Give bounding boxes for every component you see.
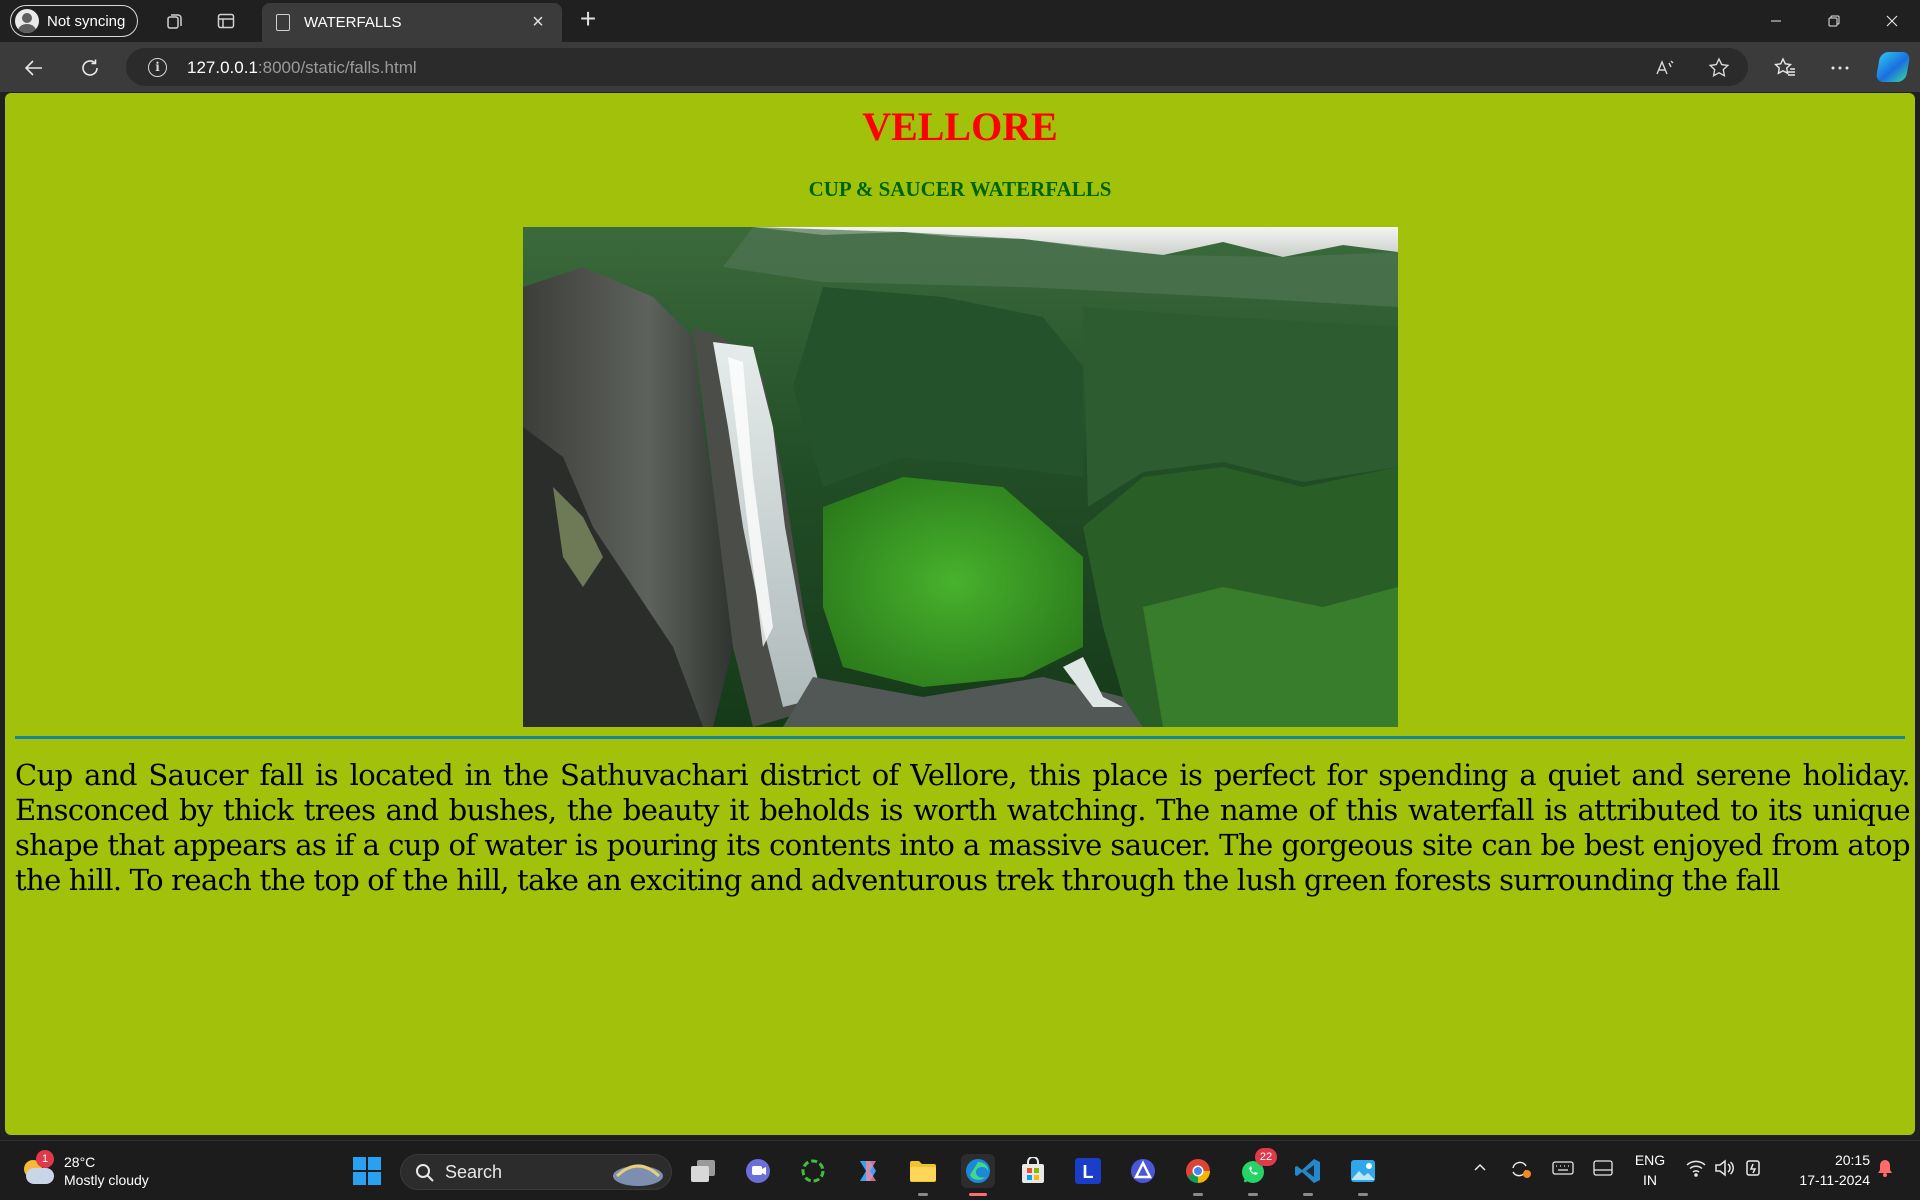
weather-temperature: 28°C bbox=[64, 1154, 96, 1170]
keyboard-icon[interactable] bbox=[1552, 1159, 1574, 1181]
new-tab-button[interactable]: + bbox=[574, 5, 602, 34]
address-bar[interactable]: i 127.0.0.1:8000/static/falls.html bbox=[126, 48, 1748, 86]
clock[interactable]: 20:15 17-11-2024 bbox=[1780, 1150, 1870, 1190]
copilot-icon[interactable] bbox=[1875, 52, 1911, 82]
svg-text:L: L bbox=[1083, 1162, 1094, 1182]
favorite-star-icon[interactable] bbox=[1708, 57, 1730, 79]
vpn-app-icon[interactable] bbox=[1126, 1154, 1160, 1188]
favorites-icon[interactable] bbox=[1771, 54, 1799, 82]
whatsapp-icon[interactable]: 22 bbox=[1236, 1148, 1277, 1196]
language-indicator[interactable]: ENG IN bbox=[1630, 1150, 1670, 1190]
close-tab-icon[interactable]: × bbox=[528, 11, 548, 34]
volume-icon[interactable] bbox=[1714, 1159, 1734, 1181]
horizontal-rule bbox=[15, 736, 1905, 739]
copilot-app-icon[interactable] bbox=[851, 1154, 885, 1188]
search-label: Search bbox=[445, 1162, 503, 1182]
display-icon[interactable] bbox=[1592, 1159, 1614, 1181]
tab-waterfalls[interactable]: WATERFALLS × bbox=[262, 3, 562, 42]
profile-label: Not syncing bbox=[47, 12, 126, 30]
read-aloud-icon[interactable] bbox=[1654, 57, 1676, 79]
avatar-icon bbox=[15, 9, 39, 33]
site-info-icon[interactable]: i bbox=[148, 58, 167, 77]
page-icon bbox=[276, 14, 290, 31]
workspaces-icon[interactable] bbox=[162, 9, 186, 33]
refresh-button[interactable] bbox=[76, 54, 104, 82]
tab-title: WATERFALLS bbox=[304, 14, 402, 31]
wifi-icon[interactable] bbox=[1686, 1159, 1706, 1181]
minimize-button[interactable] bbox=[1756, 8, 1796, 34]
l-app-icon[interactable]: L bbox=[1071, 1154, 1105, 1188]
more-options-icon[interactable] bbox=[1826, 54, 1854, 82]
whatsapp-badge: 22 bbox=[1255, 1148, 1277, 1166]
teams-chat-icon[interactable] bbox=[741, 1154, 775, 1188]
microsoft-store-icon[interactable] bbox=[1016, 1154, 1050, 1188]
sync-tray-icon[interactable] bbox=[1510, 1159, 1532, 1183]
description-paragraph: Cup and Saucer fall is located in the Sa… bbox=[15, 758, 1911, 897]
photos-icon[interactable] bbox=[1346, 1154, 1380, 1196]
edge-browser-icon[interactable] bbox=[961, 1154, 995, 1196]
url-text: 127.0.0.1:8000/static/falls.html bbox=[187, 58, 417, 77]
file-explorer-icon[interactable] bbox=[906, 1154, 940, 1196]
profile-button[interactable]: Not syncing bbox=[10, 5, 139, 37]
task-view-icon[interactable] bbox=[686, 1154, 720, 1188]
chrome-icon[interactable] bbox=[1181, 1154, 1215, 1196]
taskbar: 1 28°C Mostly cloudy Search L 22 ENG IN … bbox=[0, 1140, 1920, 1200]
weather-widget[interactable]: 1 28°C Mostly cloudy bbox=[20, 1150, 149, 1191]
vscode-icon[interactable] bbox=[1291, 1154, 1325, 1196]
back-button[interactable] bbox=[20, 54, 48, 82]
weather-condition: Mostly cloudy bbox=[64, 1172, 149, 1188]
start-button[interactable] bbox=[350, 1154, 384, 1188]
vertical-tabs-icon[interactable] bbox=[214, 9, 238, 33]
date-text: 17-11-2024 bbox=[1799, 1172, 1870, 1188]
title-bar: Not syncing WATERFALLS × + bbox=[0, 0, 1920, 42]
navigation-bar: i 127.0.0.1:8000/static/falls.html bbox=[0, 42, 1920, 92]
page-heading: VELLORE bbox=[862, 104, 1058, 149]
show-hidden-icons[interactable] bbox=[1472, 1159, 1488, 1179]
page-viewport: VELLORE CUP & SAUCER WATERFALLS Cup and … bbox=[5, 93, 1915, 1135]
weather-icon: 1 bbox=[20, 1150, 54, 1186]
close-window-button[interactable] bbox=[1872, 8, 1912, 34]
restore-button[interactable] bbox=[1814, 8, 1854, 34]
weather-badge: 1 bbox=[36, 1150, 54, 1168]
waterfall-photo bbox=[523, 227, 1398, 727]
notification-bell-icon[interactable] bbox=[1876, 1158, 1894, 1182]
refresh-app-icon[interactable] bbox=[796, 1154, 830, 1188]
page-subheading: CUP & SAUCER WATERFALLS bbox=[808, 177, 1112, 201]
taskbar-search[interactable]: Search bbox=[400, 1154, 672, 1190]
battery-icon[interactable] bbox=[1744, 1159, 1764, 1181]
time-text: 20:15 bbox=[1834, 1152, 1870, 1168]
